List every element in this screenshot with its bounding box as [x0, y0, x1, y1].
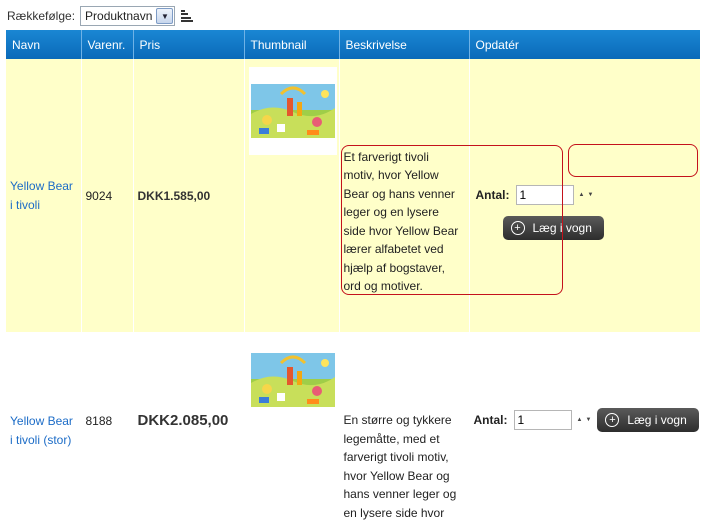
thumbnail-cell: [244, 333, 340, 524]
header-update: Opdatér: [469, 30, 700, 59]
sort-select[interactable]: Produktnavn ▼: [80, 6, 176, 26]
table-row: Yellow Bear i tivoli 9024 DKK1.585,00 Et…: [6, 59, 701, 334]
table-row: Yellow Bear i tivoli (stor) 8188 DKK2.08…: [6, 333, 701, 524]
header-sku: Varenr.: [81, 30, 134, 59]
update-cell: Antal: ▲▼ + Læg i vogn: [469, 333, 701, 524]
quantity-row: Antal: ▲▼: [476, 185, 696, 205]
product-sku: 8188: [81, 333, 134, 524]
product-name-link[interactable]: Yellow Bear i tivoli: [10, 177, 77, 215]
table-header-row: Navn Varenr. Pris Thumbnail Beskrivelse …: [6, 30, 700, 59]
quantity-stepper[interactable]: ▲ ▼: [579, 192, 597, 198]
header-thumbnail: Thumbnail: [244, 30, 340, 59]
product-description: Et farverigt tivoli motiv, hvor Yellow B…: [343, 149, 459, 294]
add-to-cart-label: Læg i vogn: [532, 221, 592, 235]
product-thumbnail[interactable]: [248, 67, 337, 155]
thumbnail-cell: [244, 59, 340, 334]
product-name-cell: Yellow Bear i tivoli (stor): [6, 333, 82, 524]
quantity-label: Antal:: [475, 188, 510, 202]
sort-direction-icon[interactable]: [181, 10, 194, 22]
product-name-cell: Yellow Bear i tivoli: [6, 59, 82, 334]
chevron-down-icon[interactable]: ▼: [156, 8, 174, 24]
play-mat-image: [250, 353, 335, 407]
product-table: Navn Varenr. Pris Thumbnail Beskrivelse …: [6, 30, 701, 524]
header-name: Navn: [6, 30, 82, 59]
description-cell: En større og tykkere legemåtte, med et f…: [339, 333, 470, 524]
quantity-label: Antal:: [473, 413, 508, 427]
product-thumbnail[interactable]: [248, 350, 337, 410]
product-description: En større og tykkere legemåtte, med et f…: [343, 413, 457, 520]
update-cell: Antal: ▲▼ + Læg i vogn: [469, 59, 701, 334]
sort-select-value: Produktnavn: [85, 9, 153, 23]
product-name-link[interactable]: Yellow Bear i tivoli (stor): [10, 412, 77, 450]
quantity-stepper[interactable]: ▲ ▼: [577, 417, 595, 423]
product-price: DKK2.085,00: [137, 412, 229, 429]
quantity-input[interactable]: [515, 185, 574, 205]
product-sku: 9024: [81, 59, 134, 334]
product-sku-value: 8188: [85, 414, 113, 428]
add-to-cart-button[interactable]: + Læg i vogn: [502, 216, 604, 240]
plus-icon: +: [605, 413, 620, 427]
sort-bar: Rækkefølge: Produktnavn ▼: [7, 6, 194, 26]
play-mat-image: [250, 84, 335, 138]
plus-icon: +: [510, 221, 525, 235]
quantity-input[interactable]: [513, 410, 572, 430]
product-price: DKK1.585,00: [133, 59, 245, 334]
header-description: Beskrivelse: [339, 30, 470, 59]
description-cell: Et farverigt tivoli motiv, hvor Yellow B…: [339, 59, 470, 334]
sort-label: Rækkefølge:: [7, 9, 76, 23]
add-to-cart-label: Læg i vogn: [627, 413, 687, 427]
header-price: Pris: [133, 30, 245, 59]
product-price-cell: DKK2.085,00: [133, 333, 245, 524]
add-to-cart-button[interactable]: + Læg i vogn: [597, 408, 699, 432]
quantity-row: Antal: ▲▼: [474, 410, 595, 430]
